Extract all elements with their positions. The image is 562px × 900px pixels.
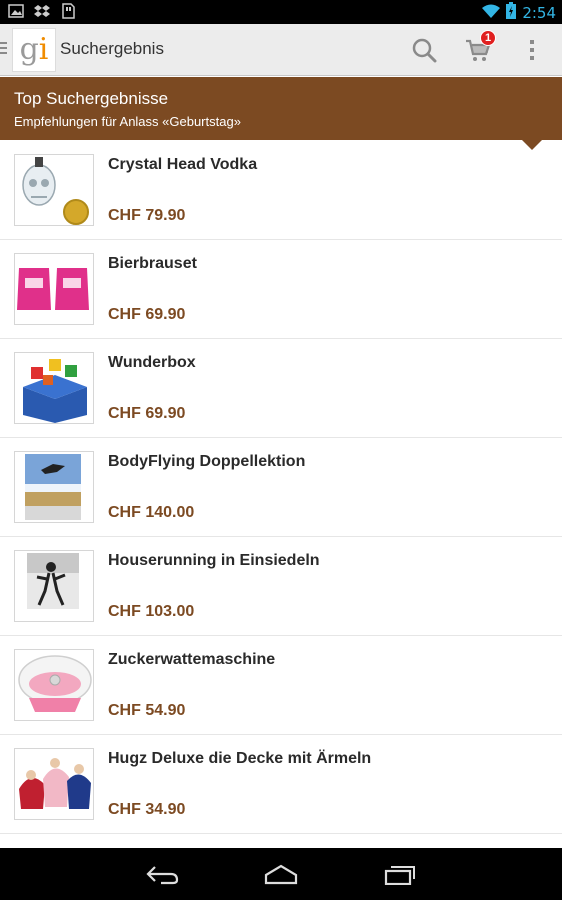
list-item[interactable]: Crystal Head Vodka CHF 79.90 — [0, 141, 562, 240]
product-thumbnail — [14, 649, 94, 721]
product-thumbnail — [14, 451, 94, 523]
product-thumbnail — [14, 748, 94, 820]
logo-letter-i: i — [38, 32, 49, 67]
product-price: CHF 54.90 — [108, 702, 186, 719]
overflow-menu-button[interactable] — [514, 32, 550, 68]
overflow-menu-icon — [530, 40, 534, 60]
status-time: 2:54 — [522, 4, 556, 22]
product-price: CHF 69.90 — [108, 306, 186, 323]
logo-letter-g: g — [19, 32, 39, 67]
home-button[interactable] — [261, 860, 301, 888]
product-title: Crystal Head Vodka — [108, 156, 258, 173]
sd-card-icon — [60, 3, 76, 19]
search-icon — [412, 38, 437, 63]
search-button[interactable] — [406, 32, 442, 68]
product-price: CHF 69.90 — [108, 405, 186, 422]
image-icon — [8, 3, 24, 19]
menu-lines-icon[interactable] — [0, 42, 8, 56]
home-icon — [264, 864, 298, 885]
product-price: CHF 103.00 — [108, 603, 195, 620]
status-bar: 2:54 — [0, 0, 562, 24]
page-title: Suchergebnis — [60, 39, 164, 58]
product-title: BodyFlying Doppellektion — [108, 453, 306, 470]
list-item[interactable]: Wunderbox CHF 69.90 — [0, 339, 562, 438]
dropbox-icon — [34, 3, 50, 19]
action-bar: gi Suchergebnis 1 — [0, 24, 562, 76]
back-button[interactable] — [142, 860, 182, 888]
recent-apps-button[interactable] — [380, 860, 420, 888]
cart-button[interactable]: 1 — [460, 30, 496, 68]
results-subtitle: Empfehlungen für Anlass «Geburtstag» — [14, 114, 241, 129]
list-item[interactable]: Bierbrauset CHF 69.90 — [0, 240, 562, 339]
product-title: Bierbrauset — [108, 255, 197, 272]
product-thumbnail — [14, 253, 94, 325]
product-title: Houserunning in Einsiedeln — [108, 552, 320, 569]
results-title: Top Suchergebnisse — [14, 89, 169, 108]
cart-badge: 1 — [480, 30, 496, 46]
product-thumbnail — [14, 154, 94, 226]
list-item[interactable]: Houserunning in Einsiedeln CHF 103.00 — [0, 537, 562, 636]
list-item[interactable]: Zuckerwattemaschine CHF 54.90 — [0, 636, 562, 735]
product-list: Crystal Head Vodka CHF 79.90 Bierbrauset… — [0, 141, 562, 834]
product-title: Wunderbox — [108, 354, 196, 371]
product-thumbnail — [14, 550, 94, 622]
product-title: Hugz Deluxe die Decke mit Ärmeln — [108, 750, 372, 767]
product-price: CHF 140.00 — [108, 504, 195, 521]
product-price: CHF 34.90 — [108, 801, 186, 818]
list-item[interactable]: Hugz Deluxe die Decke mit Ärmeln CHF 34.… — [0, 735, 562, 834]
recent-apps-icon — [384, 866, 415, 885]
back-icon — [146, 866, 179, 885]
app-logo[interactable]: gi — [12, 28, 56, 72]
results-header: Top Suchergebnisse Empfehlungen für Anla… — [0, 77, 562, 150]
battery-icon — [506, 2, 517, 24]
product-title: Zuckerwattemaschine — [108, 651, 276, 668]
product-price: CHF 79.90 — [108, 207, 186, 224]
product-thumbnail — [14, 352, 94, 424]
list-item[interactable]: BodyFlying Doppellektion CHF 140.00 — [0, 438, 562, 537]
system-nav-bar — [0, 848, 562, 900]
wifi-icon — [482, 3, 501, 24]
